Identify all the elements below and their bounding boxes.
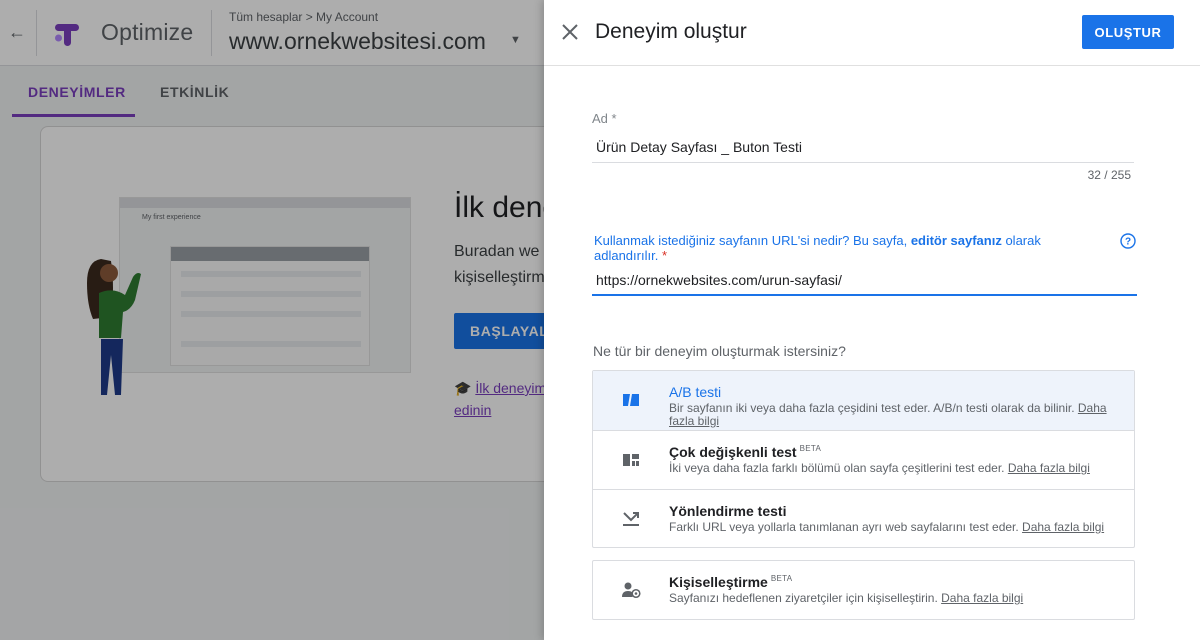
experience-type-personalization-card: Kişiselleştirme BETA Sayfanızı hedeflenen… — [592, 560, 1135, 620]
create-button[interactable]: OLUŞTUR — [1082, 15, 1174, 49]
name-input[interactable] — [592, 132, 1134, 163]
experience-type-redirect[interactable]: Yönlendirme testi Farklı URL veya yollar… — [593, 489, 1134, 548]
experience-type-multivariate[interactable]: Çok değişkenli test BETA İki veya daha fa… — [593, 430, 1134, 489]
experience-type-title: Çok değişkenli test BETA — [669, 444, 821, 460]
experience-type-title-text: Yönlendirme testi — [669, 503, 787, 519]
name-field-label: Ad * — [592, 111, 617, 126]
experience-type-title: Yönlendirme testi — [669, 503, 786, 519]
description-text: Farklı URL veya yollarla tanımlanan ayrı… — [669, 520, 1023, 534]
experience-type-title-text: Çok değişkenli test — [669, 444, 797, 460]
experience-type-title: A/B testi — [669, 384, 721, 400]
required-mark: * — [661, 248, 667, 263]
experience-type-title: Kişiselleştirme BETA — [669, 574, 792, 590]
url-label-text: Kullanmak istediğiniz sayfanın URL'si ne… — [594, 233, 911, 248]
beta-badge: BETA — [770, 574, 793, 584]
learn-more-link[interactable]: Daha fazla bilgi — [941, 591, 1023, 605]
character-counter: 32 / 255 — [1087, 168, 1131, 182]
experience-type-description: İki veya daha fazla farklı bölümü olan s… — [669, 462, 1133, 475]
description-text: İki veya daha fazla farklı bölümü olan s… — [669, 461, 1008, 475]
experience-type-description: Farklı URL veya yollarla tanımlanan ayrı… — [669, 521, 1133, 534]
experience-type-ab-test[interactable]: A/B testi Bir sayfanın iki veya daha faz… — [593, 371, 1134, 430]
experience-type-group: A/B testi Bir sayfanın iki veya daha faz… — [592, 370, 1135, 548]
experience-type-description: Bir sayfanın iki veya daha fazla çeşidin… — [669, 402, 1133, 428]
learn-more-link[interactable]: Daha fazla bilgi — [1008, 461, 1090, 475]
redirect-icon — [623, 512, 639, 526]
description-text: Bir sayfanın iki veya daha fazla çeşidin… — [669, 401, 1078, 415]
create-experience-panel: Deneyim oluştur OLUŞTUR Ad * 32 / 255 Ku… — [544, 0, 1200, 640]
experience-type-personalization[interactable]: Kişiselleştirme BETA Sayfanızı hedeflenen… — [593, 561, 1134, 620]
beta-badge: BETA — [799, 444, 822, 454]
experience-type-title-text: Kişiselleştirme — [669, 574, 768, 590]
close-icon[interactable] — [558, 20, 582, 44]
personalization-icon — [622, 582, 641, 599]
editor-page-term: editör sayfanız — [910, 233, 1002, 248]
url-field-label: Kullanmak istediğiniz sayfanın URL'si ne… — [594, 233, 1074, 263]
editor-page-url-input[interactable] — [592, 266, 1137, 296]
experience-type-description: Sayfanızı hedeflenen ziyaretçiler için k… — [669, 592, 1133, 605]
experience-type-title-text: A/B testi — [669, 384, 722, 400]
description-text: Sayfanızı hedeflenen ziyaretçiler için k… — [669, 591, 942, 605]
ab-test-icon — [623, 394, 639, 406]
svg-text:?: ? — [1125, 237, 1131, 248]
experience-type-question: Ne tür bir deneyim oluşturmak istersiniz… — [593, 343, 846, 359]
help-icon[interactable]: ? — [1120, 233, 1136, 249]
multivariate-icon — [623, 454, 639, 466]
learn-more-link[interactable]: Daha fazla bilgi — [1022, 520, 1104, 534]
panel-header: Deneyim oluştur OLUŞTUR — [544, 0, 1200, 66]
panel-title: Deneyim oluştur — [595, 20, 747, 43]
